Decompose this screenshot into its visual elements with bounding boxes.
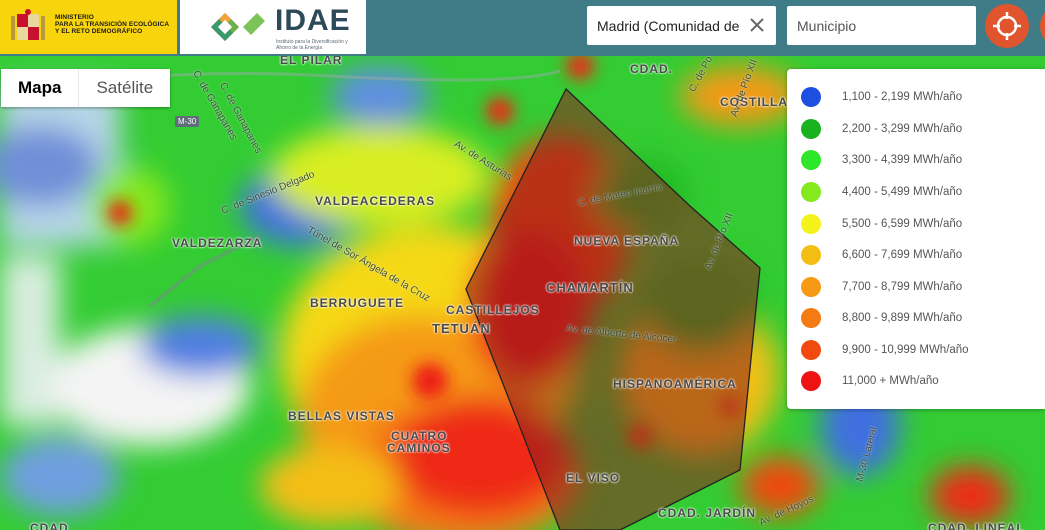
ministry-text: MINISTERIO PARA LA TRANSICIÓN ECOLÓGICA … (55, 14, 169, 35)
legend-item: 5,500 - 6,599 MWh/año (801, 213, 962, 235)
ministry-line1: MINISTERIO (55, 14, 94, 21)
legend-item: 1,100 - 2,199 MWh/año (801, 86, 962, 108)
place-label: CDAD (30, 521, 69, 530)
ministry-line3: Y EL RETO DEMOGRÁFICO (55, 28, 143, 35)
legend-label: 8,800 - 9,899 MWh/año (842, 312, 963, 324)
coat-of-arms-icon (11, 9, 45, 40)
legend-item: 8,800 - 9,899 MWh/año (801, 307, 962, 329)
place-label: COSTILLA (720, 95, 788, 109)
place-label: BELLAS VISTAS (288, 409, 395, 423)
legend-label: 4,400 - 5,499 MWh/año (842, 186, 963, 198)
place-label: VALDEZARZA (172, 236, 263, 250)
place-label: NUEVA ESPAÑA (574, 234, 680, 248)
legend-label: 2,200 - 3,299 MWh/año (842, 123, 963, 135)
place-label: VALDEACEDERAS (315, 194, 436, 208)
place-label: CDAD. (630, 62, 673, 76)
legend-swatch (801, 87, 821, 107)
legend-label: 1,100 - 2,199 MWh/año (842, 91, 963, 103)
place-label: CDAD. LINEAL (928, 521, 1025, 530)
ministry-logo: MINISTERIO PARA LA TRANSICIÓN ECOLÓGICA … (0, 0, 177, 54)
legend-swatch (801, 277, 821, 297)
legend-label: 9,900 - 10,999 MWh/año (842, 344, 969, 356)
place-label: TETUÁN (432, 321, 491, 336)
legend-swatch (801, 150, 821, 170)
place-label: CASTILLEJOS (446, 303, 540, 317)
legend-swatch (801, 340, 821, 360)
legend-item: 7,700 - 8,799 MWh/año (801, 276, 962, 298)
legend-swatch (801, 119, 821, 139)
road-badge: M-30 (175, 116, 200, 127)
region-select[interactable]: Madrid (Comunidad de (587, 6, 776, 45)
locate-button[interactable] (985, 4, 1029, 48)
legend-swatch (801, 308, 821, 328)
map-type-satelite-button[interactable]: Satélite (79, 69, 171, 107)
top-bar: MINISTERIO PARA LA TRANSICIÓN ECOLÓGICA … (0, 0, 1045, 56)
legend-swatch (801, 214, 821, 234)
legend-label: 7,700 - 8,799 MWh/año (842, 281, 963, 293)
legend-item: 6,600 - 7,699 MWh/año (801, 244, 962, 266)
legend-label: 5,500 - 6,599 MWh/año (842, 218, 963, 230)
legend-label: 11,000 + MWh/año (842, 375, 939, 387)
secondary-round-button[interactable] (1040, 4, 1045, 48)
legend-panel: 1,100 - 2,199 MWh/año 2,200 - 3,299 MWh/… (787, 69, 1045, 409)
legend-item: 2,200 - 3,299 MWh/año (801, 118, 962, 140)
legend-item: 11,000 + MWh/año (801, 370, 939, 392)
idae-wordmark: IDAE (275, 4, 351, 37)
place-label: BERRUGUETE (310, 296, 405, 310)
legend-swatch (801, 371, 821, 391)
place-label: EL VISO (566, 471, 621, 485)
place-label: HISPANOAMÉRICA (613, 377, 737, 391)
map-type-toggle: Mapa Satélite (1, 69, 171, 107)
legend-item: 4,400 - 5,499 MWh/año (801, 181, 962, 203)
municipio-input[interactable] (787, 6, 976, 45)
map-type-mapa-button[interactable]: Mapa (1, 69, 80, 107)
idae-emblem-icon (211, 13, 265, 41)
region-select-value: Madrid (Comunidad de (597, 18, 739, 34)
crosshair-icon (993, 12, 1021, 40)
idae-logo: IDAE Instituto para la Diversificación y… (180, 0, 366, 54)
legend-swatch (801, 182, 821, 202)
legend-item: 9,900 - 10,999 MWh/año (801, 339, 969, 361)
place-label: CHAMARTÍN (546, 280, 634, 295)
ministry-line2: PARA LA TRANSICIÓN ECOLÓGICA (55, 21, 170, 28)
legend-item: 3,300 - 4,399 MWh/año (801, 149, 962, 171)
place-label: CAMINOS (387, 441, 451, 455)
legend-label: 3,300 - 4,399 MWh/año (842, 154, 963, 166)
legend-label: 6,600 - 7,699 MWh/año (842, 249, 963, 261)
place-label: EL PILAR (280, 56, 343, 67)
close-icon[interactable] (746, 14, 768, 36)
legend-swatch (801, 245, 821, 265)
idae-subtitle: Instituto para la Diversificación y Ahor… (276, 39, 348, 51)
place-label: CDAD. JARDÍN (658, 506, 757, 520)
